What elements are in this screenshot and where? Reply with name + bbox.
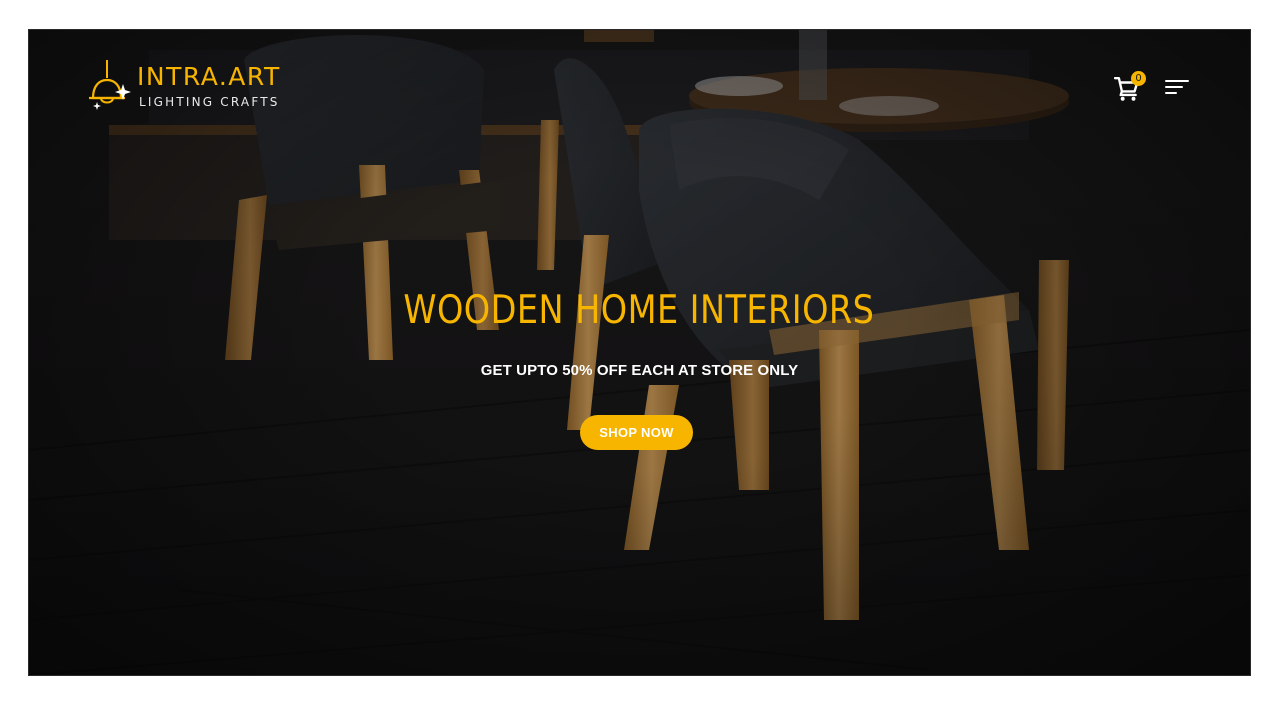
brand-logo[interactable]: INTRA.ART LIGHTING CRAFTS [85,58,281,114]
pendant-lamp-sparkle-icon [89,60,131,110]
hamburger-menu-icon-line-top [1165,80,1189,82]
brand-text: INTRA.ART LIGHTING CRAFTS [137,62,281,110]
hamburger-menu-icon-line-bottom [1165,92,1177,94]
brand-name: INTRA.ART [137,62,281,91]
shop-now-button[interactable]: SHOP NOW [580,415,693,450]
hamburger-menu-icon-line-middle [1165,86,1183,88]
hero-subline: GET UPTO 50% OFF EACH AT STORE ONLY [480,362,799,379]
cart-count-badge: 0 [1131,71,1146,86]
hero-headline: WOODEN HOME INTERIORS [403,288,875,333]
hero-banner: INTRA.ART LIGHTING CRAFTS 0 WOODEN HOME … [29,30,1250,675]
hamburger-menu-button[interactable] [1165,78,1193,98]
brand-tagline: LIGHTING CRAFTS [139,95,280,109]
hero-background-image [29,30,1250,675]
cart-button[interactable]: 0 [1114,71,1148,104]
